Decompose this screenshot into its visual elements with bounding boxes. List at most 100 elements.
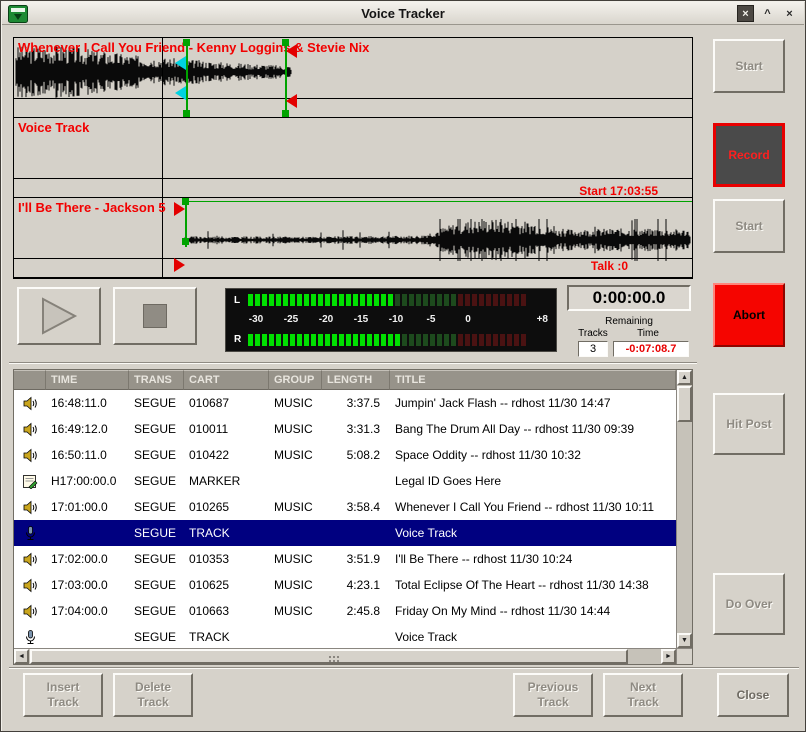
track1-marker-handle[interactable]	[183, 110, 190, 117]
remaining-label: Remaining	[567, 316, 691, 327]
speaker-icon	[14, 552, 46, 567]
log-header-icon	[14, 370, 46, 390]
log-row[interactable]: SEGUETRACKVoice Track	[14, 520, 676, 546]
log-cell-title: Jumpin' Jack Flash -- rdhost 11/30 14:47	[390, 396, 676, 410]
track3-segue-marker-icon[interactable]	[174, 258, 185, 272]
log-cell-trans: SEGUE	[129, 552, 184, 566]
track-boundary-line	[162, 38, 163, 278]
track3-title: I'll Be There - Jackson 5	[18, 200, 166, 215]
speaker-icon	[14, 578, 46, 593]
log-cell-trans: SEGUE	[129, 578, 184, 592]
meter-left-label: L	[234, 295, 240, 306]
log-cell-time: 16:50:11.0	[46, 448, 129, 462]
scroll-down-icon[interactable]: ▼	[677, 633, 692, 648]
start-button-top-label: Start	[735, 59, 762, 74]
log-row[interactable]: 17:02:00.0SEGUE010353MUSIC3:51.9I'll Be …	[14, 546, 676, 572]
remaining-tracks-value: 3	[578, 341, 608, 357]
separator-line	[9, 362, 697, 364]
window-close-alt-icon[interactable]: ×	[781, 5, 798, 22]
track1-start-marker-line[interactable]	[186, 40, 188, 116]
log-cell-cart: TRACK	[184, 526, 269, 540]
meter-scale-label: 0	[455, 314, 481, 325]
record-button[interactable]: Record	[713, 123, 785, 187]
log-cell-group: MUSIC	[269, 396, 322, 410]
log-row[interactable]: 17:03:00.0SEGUE010625MUSIC4:23.1Total Ec…	[14, 572, 676, 598]
log-row[interactable]: 16:50:11.0SEGUE010422MUSIC5:08.2Space Od…	[14, 442, 676, 468]
log-row[interactable]: 16:48:11.0SEGUE010687MUSIC3:37.5Jumpin' …	[14, 390, 676, 416]
delete-track-label: Delete Track	[125, 680, 181, 710]
vertical-scrollbar-thumb[interactable]	[677, 386, 692, 422]
remaining-time-value: -0:07:08.7	[613, 341, 689, 357]
log-row[interactable]: 17:01:00.0SEGUE010265MUSIC3:58.4Whenever…	[14, 494, 676, 520]
meter-scale-label: -30	[243, 314, 269, 325]
log-cell-time: 16:49:12.0	[46, 422, 129, 436]
separator-line-bottom	[9, 667, 799, 669]
track3-segue-marker-icon[interactable]	[174, 202, 185, 216]
speaker-icon	[14, 396, 46, 411]
log-cell-group: MUSIC	[269, 604, 322, 618]
track1-fade-marker-icon[interactable]	[175, 86, 186, 100]
track1-fade-marker-icon[interactable]	[175, 56, 186, 70]
scroll-up-icon[interactable]: ▲	[677, 370, 692, 385]
log-row[interactable]: 17:04:00.0SEGUE010663MUSIC2:45.8Friday O…	[14, 598, 676, 624]
track1-segue-marker-icon[interactable]	[286, 44, 297, 58]
log-cell-cart: TRACK	[184, 630, 269, 644]
log-header: TIMETRANSCARTGROUPLENGTHTITLE	[14, 370, 676, 390]
log-cell-length: 4:23.1	[322, 578, 390, 592]
remaining-tracks-label: Tracks	[567, 328, 619, 339]
abort-button[interactable]: Abort	[713, 283, 785, 347]
meter-scale-label: -15	[348, 314, 374, 325]
scroll-right-icon[interactable]: ►	[661, 649, 676, 664]
log-row[interactable]: SEGUETRACKVoice Track	[14, 624, 676, 648]
log-cell-time: 17:01:00.0	[46, 500, 129, 514]
scroll-left-icon[interactable]: ◄	[14, 649, 29, 664]
stop-icon	[143, 304, 167, 328]
meter-right-label: R	[234, 334, 241, 345]
log-cell-trans: SEGUE	[129, 474, 184, 488]
horizontal-scrollbar-thumb[interactable]	[30, 649, 628, 664]
elapsed-time-display: 0:00:00.0	[567, 285, 691, 311]
stop-button[interactable]	[113, 287, 197, 345]
log-cell-time: H17:00:00.0	[46, 474, 129, 488]
scrollbar-corner	[676, 648, 692, 664]
log-cell-group: MUSIC	[269, 422, 322, 436]
track1-marker-handle[interactable]	[183, 39, 190, 46]
log-cell-group: MUSIC	[269, 578, 322, 592]
close-button[interactable]: Close	[717, 673, 789, 717]
log-cell-trans: SEGUE	[129, 422, 184, 436]
window-controls: × ^ ×	[737, 4, 798, 23]
log-table: TIMETRANSCARTGROUPLENGTHTITLE 16:48:11.0…	[13, 369, 693, 665]
vertical-scrollbar[interactable]: ▲ ▼	[676, 370, 692, 648]
log-row[interactable]: 16:49:12.0SEGUE010011MUSIC3:31.3Bang The…	[14, 416, 676, 442]
previous-track-button[interactable]: Previous Track	[513, 673, 593, 717]
log-cell-time: 17:02:00.0	[46, 552, 129, 566]
log-cell-cart: 010625	[184, 578, 269, 592]
insert-track-label: Insert Track	[35, 680, 91, 710]
do-over-button[interactable]: Do Over	[713, 573, 785, 635]
log-cell-group: MUSIC	[269, 552, 322, 566]
log-row[interactable]: H17:00:00.0SEGUEMARKERLegal ID Goes Here	[14, 468, 676, 494]
record-button-label: Record	[728, 148, 769, 163]
track1-marker-handle[interactable]	[282, 110, 289, 117]
start-button-bottom[interactable]: Start	[713, 199, 785, 253]
window-shade-icon[interactable]: ^	[759, 5, 776, 22]
window-close-icon[interactable]: ×	[737, 5, 754, 22]
track3-marker-handle[interactable]	[182, 238, 189, 245]
track1-segue-marker-icon[interactable]	[286, 94, 297, 108]
horizontal-scrollbar[interactable]: ◄ ►	[14, 648, 676, 664]
play-button[interactable]	[17, 287, 101, 345]
insert-track-button[interactable]: Insert Track	[23, 673, 103, 717]
log-cell-length: 3:58.4	[322, 500, 390, 514]
log-cell-length: 3:37.5	[322, 396, 390, 410]
log-cell-length: 3:31.3	[322, 422, 390, 436]
hit-post-button[interactable]: Hit Post	[713, 393, 785, 455]
log-body: 16:48:11.0SEGUE010687MUSIC3:37.5Jumpin' …	[14, 390, 676, 648]
log-cell-title: Voice Track	[390, 630, 676, 644]
delete-track-button[interactable]: Delete Track	[113, 673, 193, 717]
log-cell-cart: 010687	[184, 396, 269, 410]
mic-icon	[14, 526, 46, 541]
log-cell-title: Friday On My Mind -- rdhost 11/30 14:44	[390, 604, 676, 618]
log-cell-trans: SEGUE	[129, 448, 184, 462]
next-track-button[interactable]: Next Track	[603, 673, 683, 717]
start-button-top[interactable]: Start	[713, 39, 785, 93]
